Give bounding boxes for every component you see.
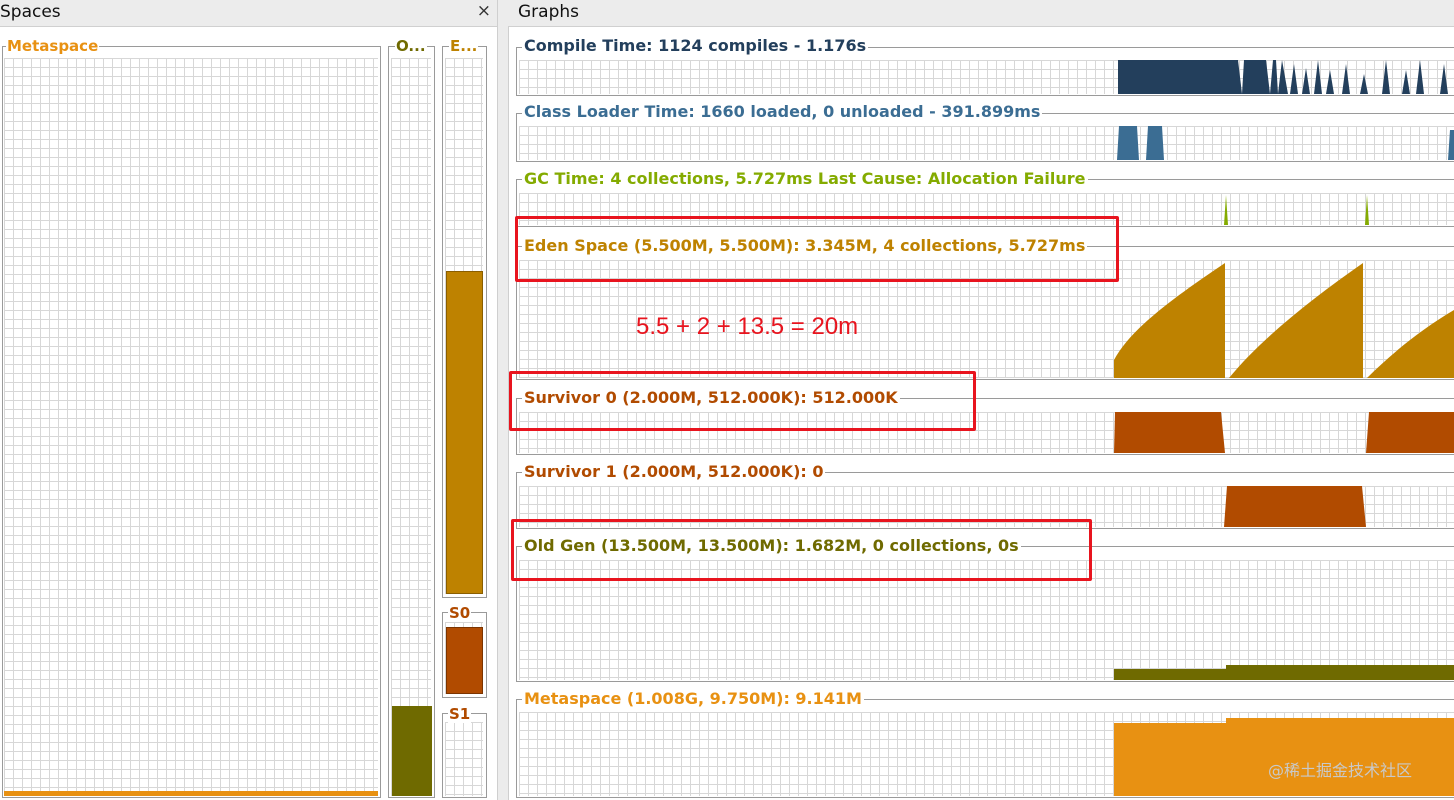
old-space-fill	[392, 706, 432, 796]
s0-space-fill	[446, 627, 483, 694]
class-loader-label: Class Loader Time: 1660 loaded, 0 unload…	[522, 102, 1043, 122]
metaspace-graph-label: Metaspace (1.008G, 9.750M): 9.141M	[522, 689, 864, 709]
graphs-panel-title: Graphs	[518, 2, 580, 22]
graphs-panel-header: Graphs	[508, 0, 1454, 27]
survivor0-plot	[1114, 412, 1454, 453]
metaspace-plot	[1114, 718, 1454, 796]
compile-time-label: Compile Time: 1124 compiles - 1.176s	[522, 36, 869, 56]
eden-space-label: E...	[449, 37, 479, 55]
metaspace-space-fill	[4, 791, 378, 796]
eden-space-fill	[446, 271, 483, 594]
old-space-label: O...	[395, 37, 427, 55]
s1-space-label: S1	[448, 705, 472, 723]
gc-time-label: GC Time: 4 collections, 5.727ms Last Cau…	[522, 169, 1088, 189]
survivor0-highlight-box	[509, 371, 976, 431]
spaces-panel-title: Spaces	[0, 2, 61, 22]
panel-divider[interactable]	[497, 0, 509, 800]
class-loader-plot	[1117, 126, 1454, 160]
gc-time-plot	[1224, 195, 1369, 225]
old-gen-plot	[1114, 665, 1454, 680]
close-icon[interactable]: ×	[477, 1, 491, 21]
metaspace-space-label: Metaspace	[6, 37, 100, 55]
compile-time-plot	[1118, 60, 1448, 94]
watermark: @稀土掘金技术社区	[1268, 761, 1413, 780]
metaspace-space-grid	[4, 58, 378, 796]
oldgen-highlight-box	[511, 519, 1092, 581]
survivor1-plot	[1224, 486, 1366, 527]
annotation-sum: 5.5 + 2 + 13.5 = 20m	[636, 313, 859, 340]
eden-space-plot	[1114, 263, 1454, 378]
survivor1-label: Survivor 1 (2.000M, 512.000K): 0	[522, 462, 826, 482]
spaces-panel-header: Spaces ×	[0, 0, 497, 27]
eden-highlight-box	[515, 216, 1119, 282]
s0-space-label: S0	[448, 604, 472, 622]
